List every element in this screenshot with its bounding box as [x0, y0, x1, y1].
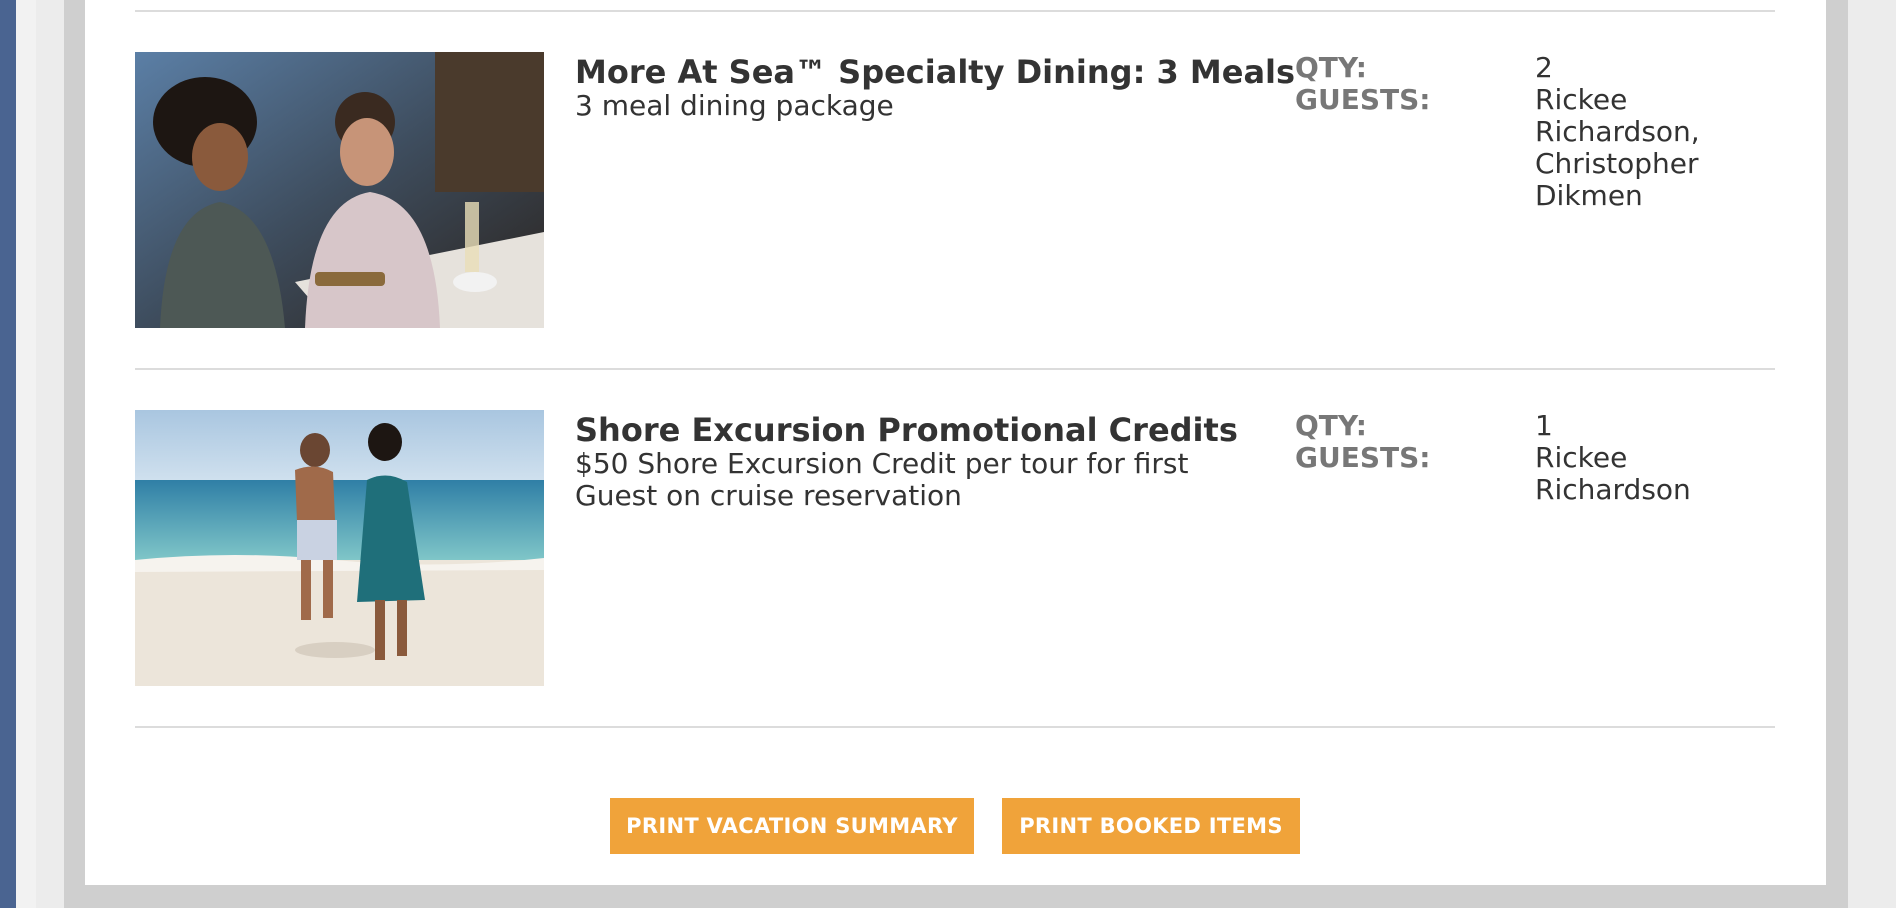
qty-label: QTY: [1295, 409, 1367, 442]
couple-on-beach-photo [135, 410, 544, 686]
item-description: $50 Shore Excursion Credit per tour for … [575, 447, 1189, 512]
guests-label: GUESTS: [1295, 441, 1431, 474]
qty-value: 1 [1535, 409, 1553, 442]
divider [135, 10, 1775, 12]
guests-value: Rickee Richardson, Christopher Dikmen [1535, 83, 1700, 212]
print-booked-items-button[interactable]: PRINT BOOKED ITEMS [1002, 798, 1300, 854]
guests-label: GUESTS: [1295, 83, 1431, 116]
divider [135, 726, 1775, 728]
side-gutter [16, 0, 36, 908]
booked-item-dining: More At Sea™ Specialty Dining: 3 Meals 3… [135, 52, 1775, 328]
item-description: 3 meal dining package [575, 89, 894, 122]
booked-item-shore-credits: Shore Excursion Promotional Credits $50 … [135, 410, 1775, 686]
qty-value: 2 [1535, 51, 1553, 84]
item-title: Shore Excursion Promotional Credits [575, 411, 1238, 449]
print-vacation-summary-button[interactable]: PRINT VACATION SUMMARY [610, 798, 974, 854]
couple-dining-photo [135, 52, 544, 328]
side-strip [0, 0, 16, 908]
qty-label: QTY: [1295, 51, 1367, 84]
item-title: More At Sea™ Specialty Dining: 3 Meals [575, 53, 1296, 91]
guests-value: Rickee Richardson [1535, 441, 1691, 506]
divider [135, 368, 1775, 370]
